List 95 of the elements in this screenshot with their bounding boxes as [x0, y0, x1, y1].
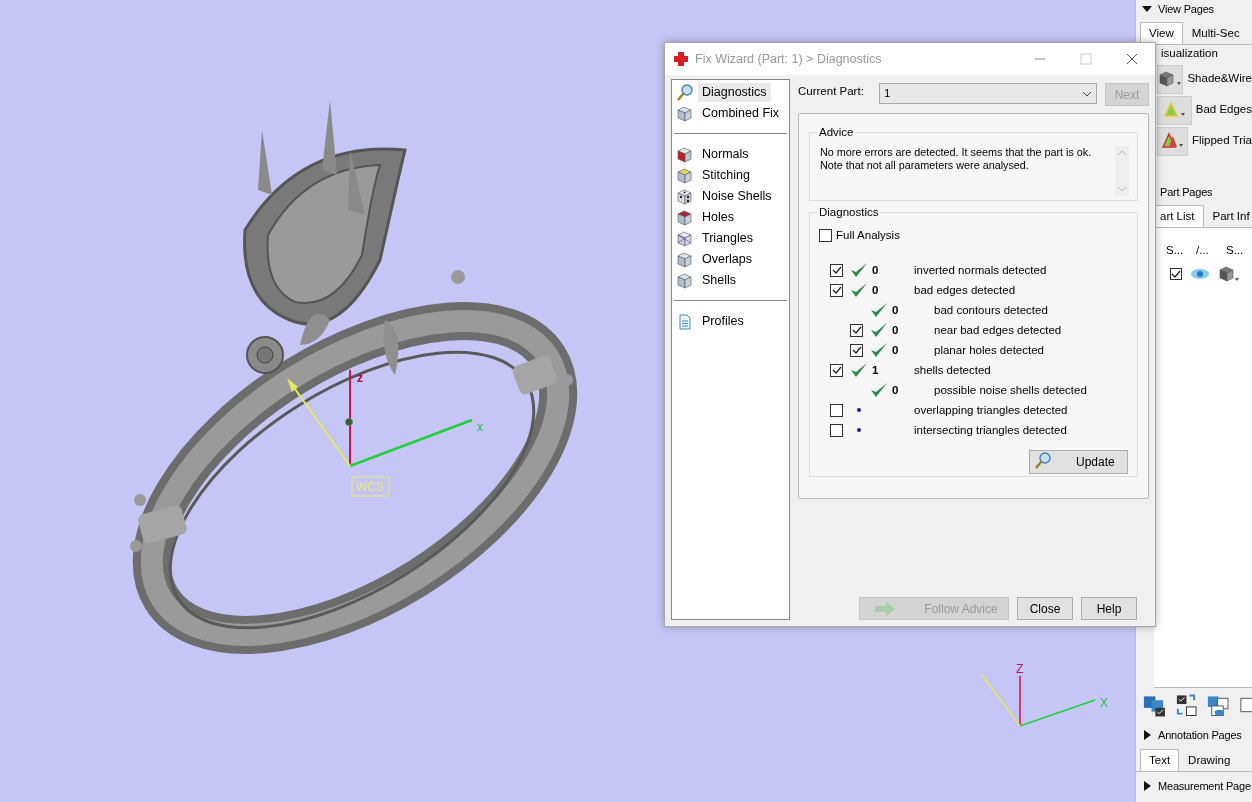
- section-title: Part Pages: [1160, 185, 1213, 201]
- button-label: Bad Edges: [1195, 102, 1252, 118]
- checkmark-icon: [831, 365, 842, 375]
- count-text: 0: [872, 283, 879, 296]
- swap-selection-icon[interactable]: [1174, 691, 1198, 718]
- wireframe-cube-icon: [676, 229, 694, 248]
- axis-label: X: [1100, 696, 1108, 710]
- update-button[interactable]: Update: [1029, 450, 1128, 475]
- wcs-tag: WCS: [351, 476, 390, 497]
- cube-icon: [676, 208, 694, 227]
- count-text: 0: [892, 303, 899, 316]
- section-title: View Pages: [1158, 1, 1214, 17]
- dialog-button[interactable]: Help: [1081, 597, 1137, 620]
- part-dropdown[interactable]: 1: [879, 83, 1097, 104]
- nav-item[interactable]: Combined Fix: [674, 103, 787, 124]
- checkbox[interactable]: [830, 363, 843, 377]
- magnifier-icon: [676, 83, 694, 102]
- cube-icon: [676, 166, 694, 185]
- diagnostic-label: bad contours detected: [934, 302, 1048, 318]
- diagnostic-label: bad edges detected: [914, 282, 1016, 298]
- diagnostic-label: inverted normals detected: [914, 262, 1047, 278]
- view-mode-icon: [1158, 70, 1183, 88]
- cross-icon: [673, 51, 689, 67]
- checkmark-icon: [831, 265, 842, 275]
- nav-item[interactable]: Shells: [674, 270, 787, 291]
- advice-text: No more errors are detected. It seems that the part is ok. Note that not all parameters were analysed.: [820, 146, 1093, 173]
- view-mode-icon: [1162, 101, 1187, 119]
- count-text: 0: [892, 383, 899, 396]
- axis-label: Z: [1016, 662, 1024, 676]
- group-title: Advice: [817, 125, 856, 139]
- column-header: /...: [1196, 242, 1210, 258]
- cube-icon: [1218, 265, 1240, 283]
- column-header: S...: [1226, 242, 1245, 258]
- diagnostic-label: overlapping triangles detected: [914, 402, 1068, 418]
- checkbox[interactable]: [830, 423, 843, 437]
- view-mode-button[interactable]: [1157, 64, 1184, 94]
- nav-item[interactable]: Stitching: [674, 165, 787, 186]
- checkbox[interactable]: [1170, 268, 1182, 280]
- cube-icon: [676, 104, 694, 123]
- chevron-icon: [1082, 90, 1092, 97]
- tab[interactable]: Multi-Sec: [1182, 22, 1249, 45]
- nav-item[interactable]: Triangles: [674, 228, 787, 249]
- checkmark-icon: [1171, 269, 1181, 279]
- collapse-icon[interactable]: [1142, 4, 1152, 14]
- column-header: S...: [1166, 242, 1185, 258]
- cube-icon: [676, 145, 694, 164]
- diagnostic-label: shells detected: [914, 362, 991, 378]
- view-mode-button[interactable]: [1157, 126, 1188, 156]
- view-mode-icon: [1160, 132, 1185, 150]
- field-label: Current Part:: [798, 84, 864, 99]
- nav-item[interactable]: Overlaps: [674, 249, 787, 270]
- expand-icon[interactable]: [1142, 781, 1152, 791]
- section-title: Measurement Page: [1158, 778, 1251, 794]
- checkbox[interactable]: [850, 343, 863, 357]
- button-label: Flipped Tria: [1191, 133, 1252, 149]
- nav-item[interactable]: Noise Shells: [674, 186, 787, 207]
- diagnostic-label: planar holes detected: [934, 342, 1044, 358]
- cube-icon: [676, 271, 694, 290]
- count-text: 0: [872, 263, 879, 276]
- tab[interactable]: Part Inf: [1203, 204, 1252, 227]
- nav-item[interactable]: Normals: [674, 144, 787, 165]
- axis-label: z: [357, 371, 363, 385]
- dice-icon: [676, 187, 694, 206]
- nav-item[interactable]: Holes: [674, 207, 787, 228]
- dialog-button[interactable]: Close: [1017, 597, 1073, 620]
- count-text: 0: [892, 343, 899, 356]
- eye-icon: [1190, 268, 1210, 280]
- group-title: isualization: [1160, 46, 1219, 62]
- axis-label: x: [477, 420, 483, 434]
- cube-icon: [676, 250, 694, 269]
- checkmark-icon: [831, 285, 842, 295]
- nav-item[interactable]: Profiles: [674, 311, 787, 332]
- diagnostic-label: intersecting triangles detected: [914, 422, 1067, 438]
- checkbox[interactable]: [850, 323, 863, 337]
- document-icon: [676, 312, 694, 331]
- section-title: Annotation Pages: [1158, 727, 1242, 743]
- group-title: Diagnostics: [817, 205, 881, 219]
- diagnostic-label: possible noise shells detected: [934, 382, 1087, 398]
- checkbox[interactable]: [830, 283, 843, 297]
- tab[interactable]: Text: [1140, 748, 1180, 771]
- scrollbar: [1115, 146, 1129, 196]
- full-analysis-checkbox[interactable]: Full Analysis: [819, 227, 1137, 245]
- checkmark-icon: [851, 345, 862, 355]
- expand-icon[interactable]: [1142, 729, 1152, 740]
- arrow-icon: [874, 600, 897, 617]
- count-text: 1: [872, 363, 879, 376]
- checkmark-icon: [851, 325, 862, 335]
- diagnostic-label: near bad edges detected: [934, 322, 1062, 338]
- count-text: 0: [892, 323, 899, 336]
- checkbox[interactable]: [830, 263, 843, 277]
- tab[interactable]: Drawing: [1179, 748, 1240, 771]
- tab[interactable]: View: [1140, 22, 1183, 45]
- checkbox[interactable]: [830, 403, 843, 417]
- dialog-title: Fix Wizard (Part: 1) > Diagnostics: [695, 50, 883, 68]
- button-label: Shade&Wire: [1187, 71, 1252, 87]
